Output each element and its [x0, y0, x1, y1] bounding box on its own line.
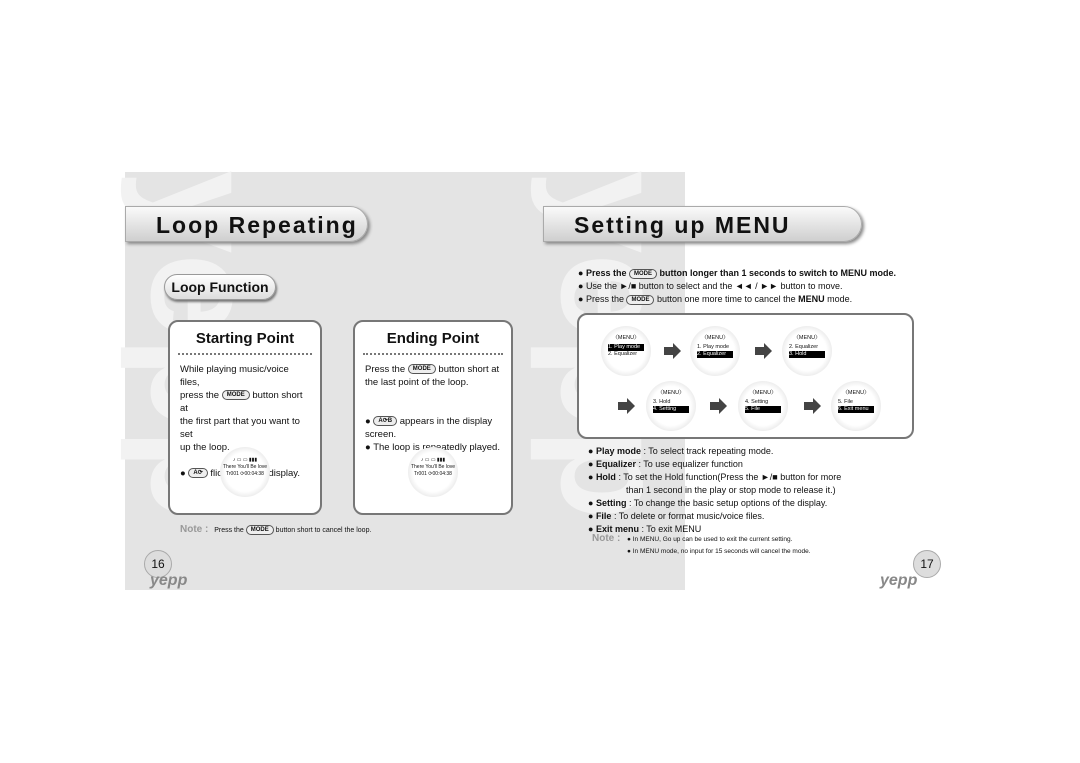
starting-point-box: Starting Point While playing music/voice…	[168, 320, 322, 515]
page-title: Loop Repeating	[125, 206, 368, 242]
text-line: While playing music/voice files,	[180, 364, 289, 388]
menu-screen-title: 〈MENU〉	[749, 390, 777, 396]
ab-loop-icon: A⟳B	[373, 416, 398, 427]
player-display: ♪ ▭ ▭ ▮▮▮ There You'll Be love Tr001 ⟳00:0…	[220, 447, 270, 497]
starting-point-heading: Starting Point	[195, 330, 295, 347]
menu-screen-title: 〈MENU〉	[793, 335, 821, 341]
menu-screen: 〈MENU〉 1. Play mode 2. Equalizer	[601, 326, 651, 376]
ending-point-box: Ending Point Press the MODE button short…	[353, 320, 513, 515]
text-line: the last point of the loop.	[365, 377, 469, 388]
ending-point-text: Press the MODE button short at the last …	[365, 364, 500, 453]
desc-play-mode: ● Play mode : To select track repeating …	[588, 446, 774, 456]
menu-screen-item: 3. Hold	[789, 351, 825, 358]
instruction-3: ● Press the MODE button one more time to…	[578, 294, 853, 305]
section-title: Loop Function	[164, 274, 276, 300]
menu-screen-item: 2. Equalizer	[789, 344, 819, 350]
menu-screen-item: 5. File	[745, 406, 781, 413]
instruction-1: ● Press the MODE button longer than 1 se…	[578, 268, 897, 279]
text-line: the first part that you want to set	[180, 416, 300, 440]
desc-hold: ● Hold : To set the Hold function(Press …	[588, 472, 842, 482]
menu-screen-item: 2. Equalizer	[697, 351, 733, 358]
menu-screen-item: 5. File	[838, 399, 853, 405]
text-line: up the loop.	[180, 442, 230, 453]
player-display: ♪ ▭ ▭ ▮▮▮ There You'll Be love Tr001 ⟳00:0…	[408, 447, 458, 497]
menu-screen: 〈MENU〉 2. Equalizer 3. Hold	[782, 326, 832, 376]
text-line: button short at	[438, 364, 500, 375]
menu-screen-title: 〈MENU〉	[612, 335, 640, 341]
menu-screen-title: 〈MENU〉	[657, 390, 685, 396]
yepp-logo: yepp	[880, 572, 918, 589]
desc-equalizer: ● Equalizer : To use equalizer function	[588, 459, 743, 469]
mode-button-icon: MODE	[221, 390, 250, 401]
text-line: Press the	[365, 364, 406, 375]
menu-screen-item: 4. Setting	[745, 399, 769, 405]
menu-screen-item: 2. Equalizer	[608, 351, 638, 357]
notes: ● In MENU, Go up can be used to exit the…	[627, 534, 811, 558]
instruction-2: ● Use the ►/■ button to select and the ◄…	[578, 281, 843, 291]
note-item: ● In MENU mode, no input for 15 seconds …	[627, 548, 811, 555]
desc-setting: ● Setting : To change the basic setup op…	[588, 498, 828, 508]
menu-screen: 〈MENU〉 3. Hold 4. Setting	[646, 381, 696, 431]
menu-screen: 〈MENU〉 5. File 6. Exit menu	[831, 381, 881, 431]
desc-file: ● File : To delete or format music/voice…	[588, 511, 765, 521]
menu-screen-title: 〈MENU〉	[842, 390, 870, 396]
yepp-logo: yepp	[150, 572, 188, 589]
mode-button-icon: MODE	[407, 364, 436, 375]
menu-screen-title: 〈MENU〉	[701, 335, 729, 341]
note-label: Note :	[592, 533, 621, 544]
mode-button-icon: MODE	[245, 525, 274, 536]
menu-descriptions: ● Play mode : To select track repeating …	[588, 445, 841, 536]
page-title: Setting up MENU	[543, 206, 862, 242]
menu-screen: 〈MENU〉 4. Setting 5. File	[738, 381, 788, 431]
menu-screen-item: 1. Play mode	[608, 344, 644, 351]
menu-screen: 〈MENU〉 1. Play mode 2. Equalizer	[690, 326, 740, 376]
menu-screen-item: 1. Play mode	[697, 344, 730, 350]
ending-point-heading: Ending Point	[386, 330, 480, 347]
menu-screen-item: 3. Hold	[653, 399, 671, 405]
note-item: ● In MENU, Go up can be used to exit the…	[627, 536, 793, 543]
note: Note : Press the MODE button short to ca…	[180, 524, 372, 536]
desc-hold-cont: than 1 second in the play or stop mode t…	[626, 485, 836, 495]
a-loop-icon: A⟳	[188, 468, 208, 479]
menu-screen-item: 6. Exit menu	[838, 406, 874, 413]
text-line: press the	[180, 390, 220, 401]
menu-screen-item: 4. Setting	[653, 406, 689, 413]
